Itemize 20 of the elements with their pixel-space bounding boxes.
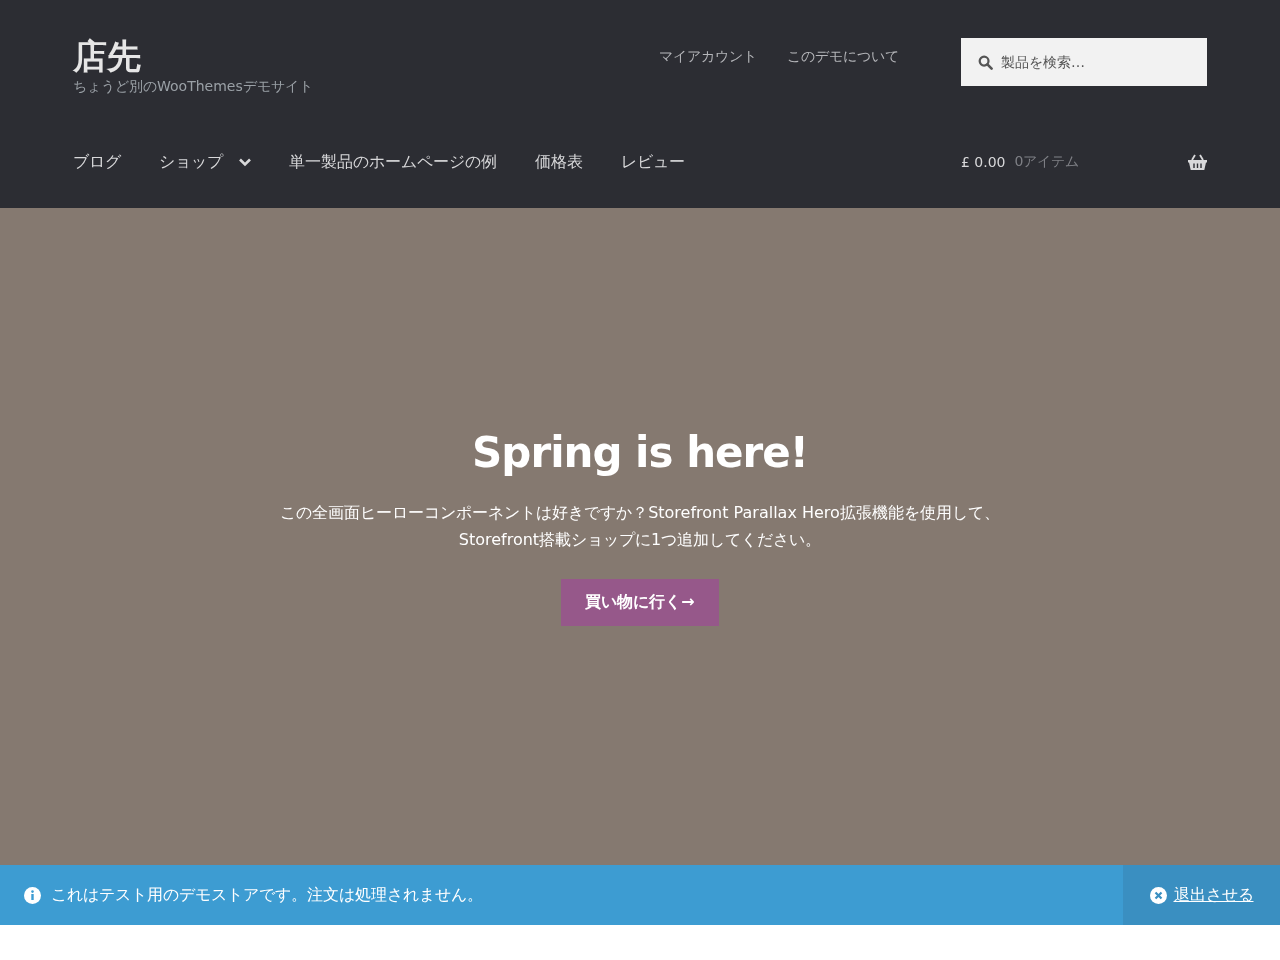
notice-text: これはテスト用のデモストアです。注文は処理されません。 [51, 884, 484, 906]
dismiss-link[interactable]: 退出させる [1123, 865, 1280, 925]
shop-button[interactable]: 買い物に行く→ [561, 578, 719, 626]
nav-link[interactable]: レビュー [621, 151, 685, 173]
hero-text: この全画面ヒーローコンポーネントは好きですか？Storefront Parallax Hero拡張機能を使用して、Storefront搭載ショップに1つ追加してください。 [279, 501, 1001, 551]
close-icon [1149, 886, 1167, 904]
site-title[interactable]: 店先 [73, 34, 659, 78]
cart-link[interactable]: £ 0.00 0アイテム [961, 153, 1207, 171]
nav-link[interactable]: ショップ [159, 151, 251, 173]
nav-link[interactable]: 価格表 [535, 151, 583, 173]
nav-link[interactable]: 単一製品のホームページの例 [289, 151, 497, 173]
secondary-nav-link[interactable]: このデモについて [787, 48, 899, 66]
secondary-nav-link[interactable]: マイアカウント [659, 48, 757, 66]
chevron-down-icon [239, 157, 251, 167]
nav-link[interactable]: ブログ [73, 151, 121, 173]
search-field[interactable]: 製品を検索… [961, 38, 1207, 86]
hero-title: Spring is here! [472, 427, 808, 477]
info-icon [24, 886, 41, 904]
site-tagline: ちょうど別のWooThemesデモサイト [73, 78, 314, 96]
basket-icon [1188, 154, 1207, 170]
